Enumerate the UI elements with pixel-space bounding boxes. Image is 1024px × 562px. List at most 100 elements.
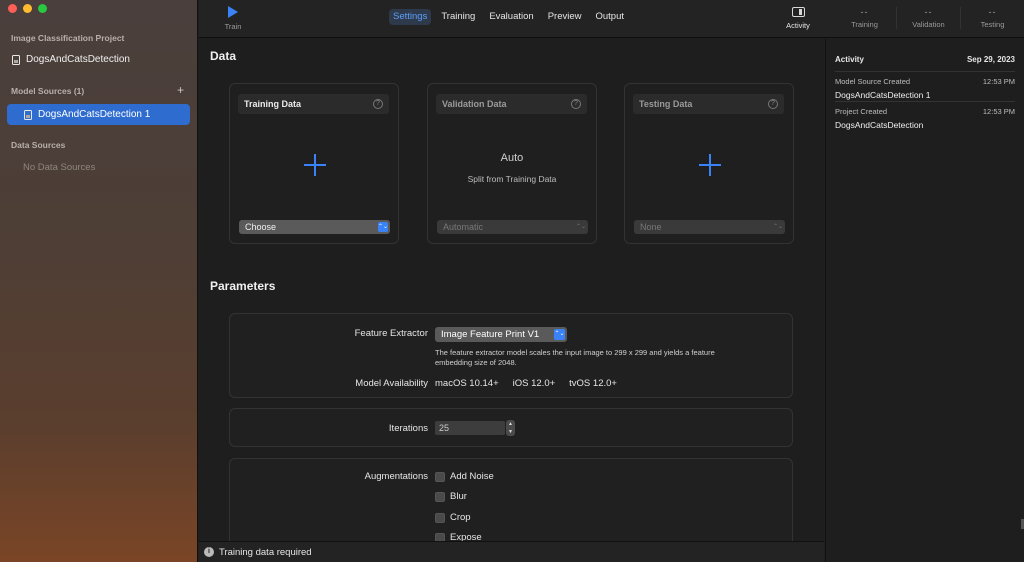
stat-value: --: [988, 7, 997, 17]
augmentation-expose[interactable]: Expose: [435, 532, 482, 541]
training-data-well[interactable]: Training Data ? Choose ⌃⌄: [229, 83, 399, 244]
augmentations-label: Augmentations: [364, 471, 428, 482]
stat-value: --: [924, 7, 933, 17]
iterations-field[interactable]: 25: [435, 421, 505, 435]
document-icon: [12, 54, 20, 65]
activity-entry[interactable]: Model Source Created 12:53 PM DogsAndCat…: [835, 71, 1015, 100]
model-sources-header: Model Sources (1): [11, 86, 85, 96]
activity-date: Sep 29, 2023: [966, 55, 1015, 64]
add-model-source-button[interactable]: +: [177, 83, 184, 97]
add-testing-data-icon[interactable]: [699, 154, 721, 176]
tab-preview[interactable]: Preview: [544, 9, 586, 25]
train-button[interactable]: Train: [223, 6, 243, 31]
stat-label: Training: [851, 20, 878, 29]
data-sources-header: Data Sources: [11, 140, 66, 150]
activity-event: Project Created: [835, 107, 888, 116]
validation-data-title: Validation Data ?: [436, 94, 587, 114]
testing-data-well[interactable]: Testing Data ? None ⌃⌄: [624, 83, 794, 244]
project-name: DogsAndCatsDetection: [26, 54, 130, 65]
zoom-window-button[interactable]: [38, 4, 47, 13]
metrics-summary: -- Training -- Validation -- Testing: [833, 7, 1024, 29]
activity-button[interactable]: Activity: [783, 7, 813, 30]
activity-panel: Activity Sep 29, 2023 Model Source Creat…: [825, 39, 1024, 562]
data-section-title: Data: [210, 49, 237, 63]
iterations-stepper[interactable]: ▲ ▼: [506, 420, 515, 436]
tab-output[interactable]: Output: [591, 9, 628, 25]
stat-value: --: [860, 7, 869, 17]
feature-extractor-value: Image Feature Print V1: [441, 329, 540, 340]
model-availability-label: Model Availability: [355, 378, 428, 389]
settings-content: Data Training Data ? Choose ⌃⌄ Validatio…: [199, 39, 824, 541]
add-training-data-icon[interactable]: [304, 154, 326, 176]
validation-data-label: Validation Data: [442, 99, 507, 109]
tab-training[interactable]: Training: [437, 9, 479, 25]
checkbox[interactable]: [435, 532, 445, 541]
sidebar-item-model-source[interactable]: DogsAndCatsDetection 1: [7, 104, 190, 125]
augmentation-label: Crop: [450, 512, 471, 523]
feature-extractor-popup[interactable]: Image Feature Print V1 ⌃⌄: [435, 327, 567, 342]
training-data-popup-value: Choose: [245, 222, 277, 232]
validation-mode: Auto: [500, 152, 524, 164]
activity-entry[interactable]: Project Created 12:53 PM DogsAndCatsDete…: [835, 101, 1015, 130]
validation-subtitle: Split from Training Data: [467, 174, 557, 184]
sidebar-item-project[interactable]: DogsAndCatsDetection: [12, 54, 130, 65]
tab-settings[interactable]: Settings: [389, 9, 432, 25]
testing-data-title: Testing Data ?: [633, 94, 784, 114]
augmentation-crop[interactable]: Crop: [435, 512, 471, 523]
chevron-updown-icon: ⌃⌄: [554, 329, 565, 340]
availability-ios: iOS 12.0+: [512, 378, 556, 389]
augmentations-panel: Augmentations Add Noise Blur Crop Expose: [229, 458, 793, 541]
checkbox[interactable]: [435, 471, 445, 482]
document-icon: [24, 109, 32, 120]
augmentation-add-noise[interactable]: Add Noise: [435, 471, 494, 482]
activity-time: 12:53 PM: [982, 107, 1015, 116]
checkbox[interactable]: [435, 512, 445, 523]
activity-item-name: DogsAndCatsDetection: [835, 120, 924, 130]
chevron-updown-icon: ⌃⌄: [576, 224, 587, 230]
train-label: Train: [224, 22, 242, 31]
help-icon[interactable]: ?: [768, 99, 778, 109]
chevron-updown-icon: ⌃⌄: [378, 222, 389, 232]
validation-data-popup-value: Automatic: [443, 222, 484, 232]
model-source-name: DogsAndCatsDetection 1: [38, 109, 151, 120]
chevron-updown-icon: ⌃⌄: [773, 224, 784, 230]
parameters-section-title: Parameters: [210, 279, 276, 293]
toolbar: Train Settings Training Evaluation Previ…: [199, 0, 1024, 38]
sidebar-right-icon: [791, 7, 805, 17]
info-icon: i: [204, 547, 214, 557]
close-window-button[interactable]: [8, 4, 17, 13]
feature-extractor-description: The feature extractor model scales the i…: [435, 348, 715, 367]
testing-data-popup-value: None: [640, 222, 662, 232]
testing-data-popup[interactable]: None ⌃⌄: [634, 220, 785, 234]
help-icon[interactable]: ?: [373, 99, 383, 109]
testing-data-label: Testing Data: [639, 99, 693, 109]
status-bar: i Training data required: [199, 541, 824, 562]
validation-data-popup[interactable]: Automatic ⌃⌄: [437, 220, 588, 234]
augmentation-label: Blur: [450, 491, 467, 502]
feature-extractor-panel: Feature Extractor Image Feature Print V1…: [229, 313, 793, 398]
tab-bar: Settings Training Evaluation Preview Out…: [389, 9, 628, 25]
activity-header: Activity Sep 29, 2023: [835, 55, 1015, 64]
training-data-label: Training Data: [244, 99, 302, 109]
stat-label: Validation: [912, 20, 945, 29]
availability-macos: macOS 10.14+: [435, 378, 499, 389]
augmentation-blur[interactable]: Blur: [435, 491, 467, 502]
minimize-window-button[interactable]: [23, 4, 32, 13]
project-section-header: Image Classification Project: [11, 33, 125, 43]
stat-label: Testing: [980, 20, 1005, 29]
training-data-popup[interactable]: Choose ⌃⌄: [239, 220, 390, 234]
activity-event: Model Source Created: [835, 77, 911, 86]
play-icon: [228, 6, 238, 18]
sidebar: Image Classification Project DogsAndCats…: [0, 0, 198, 562]
window-controls: [8, 4, 47, 13]
status-text: Training data required: [219, 546, 312, 558]
feature-extractor-label: Feature Extractor: [354, 328, 428, 339]
tab-evaluation[interactable]: Evaluation: [485, 9, 537, 25]
iterations-panel: Iterations 25 ▲ ▼: [229, 408, 793, 447]
help-icon[interactable]: ?: [571, 99, 581, 109]
validation-data-well: Validation Data ? Auto Split from Traini…: [427, 83, 597, 244]
checkbox[interactable]: [435, 491, 445, 502]
activity-item-name: DogsAndCatsDetection 1: [835, 90, 931, 100]
activity-label: Activity: [786, 21, 810, 30]
availability-tvos: tvOS 12.0+: [569, 378, 617, 389]
